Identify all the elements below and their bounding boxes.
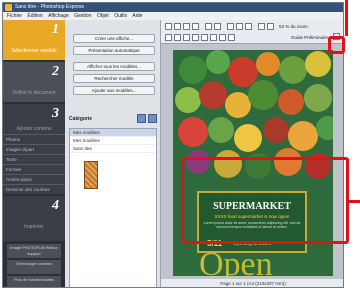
window-title: Sans titre - Photoshop Express [15,4,84,10]
step-number: 3 [52,106,59,121]
search-template-button[interactable]: Rechercher modèle [73,74,155,83]
step-number: 1 [52,22,59,37]
status-bar: Page 1 sur 1 (A4 (210x297 mm)) [161,279,343,287]
template-list: Mes modèles Mes modèles Sans titre [69,128,157,287]
list-view-icon[interactable] [137,114,146,123]
rectangle-tool-icon[interactable] [201,34,208,41]
cut-icon[interactable] [227,23,234,30]
callout-line-top [345,0,348,36]
step-print[interactable]: 4 Imprimer [3,196,65,241]
step-label: Définir le document [12,90,56,96]
menu-view[interactable]: Affichage [48,12,69,20]
open-headline: Open [199,246,273,276]
zoom-out-icon[interactable] [267,23,274,30]
more-features-button[interactable]: Plus de fonctionnalités [7,276,61,287]
content-item-photos[interactable]: Photos [3,134,65,144]
list-item[interactable]: Sans titre [70,145,156,153]
zoom-in-icon[interactable] [258,23,265,30]
zoom-level[interactable]: 53 % du zoom [279,24,308,29]
add-to-templates-button[interactable]: Ajouter aux modèles... [73,86,155,95]
editor-area: 53 % du zoom Guide Préliminaire SUPERMAR… [161,20,343,287]
step-number: 4 [52,198,59,213]
undo-icon[interactable] [205,23,212,30]
highlight-panel-toggle [328,36,345,54]
create-poster-button[interactable]: Créer une affiche... [73,34,155,43]
menu-object[interactable]: Objet [97,12,109,20]
text-tool-icon[interactable] [183,34,190,41]
callout-line-right [348,200,360,203]
step-define-document[interactable]: 2 Définir le document [3,62,65,102]
menu-file[interactable]: Fichier [7,12,22,20]
title-bar: Sans titre - Photoshop Express [3,3,343,12]
list-item[interactable]: Mes modèles [70,137,156,145]
shape-tool-icon[interactable] [219,34,226,41]
step-label: Sélectionner modèle [11,48,57,54]
toolbar: 53 % du zoom Guide Préliminaire [161,20,343,44]
save-icon[interactable] [183,23,190,30]
guide-label[interactable]: Guide Préliminaire [291,35,328,40]
content-items: Photos Images clipart Texte Formes Arriè… [3,134,65,194]
rotate-tool-icon[interactable] [174,34,181,41]
step-select-template[interactable]: 1 Sélectionner modèle [3,20,65,60]
content-item-backgrounds[interactable]: Arrière-plans [3,174,65,184]
template-panel: Créer une affiche... Présentation automa… [65,20,161,287]
menu-edit[interactable]: Édition [27,12,42,20]
step-label: Ajouter contenu [16,126,52,132]
support-button[interactable]: Image PHOTOFUN Retour support [7,244,61,258]
menu-tools[interactable]: Outils [114,12,127,20]
show-all-templates-button[interactable]: Afficher tous les modèles... [73,62,155,71]
picture-tool-icon[interactable] [228,34,235,41]
app-window: Sans titre - Photoshop Express Fichier É… [2,2,344,288]
steps-panel: 1 Sélectionner modèle 2 Définir le docum… [3,20,65,287]
menu-help[interactable]: Aide [132,12,142,20]
step-label: Imprimer [24,224,44,230]
auto-layout-button[interactable]: Présentation automatique [73,46,155,55]
step-number: 2 [52,64,59,79]
print-icon[interactable] [192,23,199,30]
download-content-button[interactable]: Télécharger contenu [7,260,61,274]
new-icon[interactable] [165,23,172,30]
select-tool-icon[interactable] [165,34,172,41]
line-tool-icon[interactable] [192,34,199,41]
template-thumbnail[interactable] [84,161,98,189]
redo-icon[interactable] [214,23,221,30]
paste-icon[interactable] [245,23,252,30]
copy-icon[interactable] [236,23,243,30]
highlight-sign [181,157,349,244]
list-item[interactable]: Mes modèles [70,129,156,137]
app-icon [5,4,12,11]
content-item-shapes[interactable]: Formes [3,164,65,174]
ellipse-tool-icon[interactable] [210,34,217,41]
content-item-clipart[interactable]: Images clipart [3,144,65,154]
menu-bar: Fichier Édition Affichage Gestion Objet … [3,12,343,20]
menu-manage[interactable]: Gestion [74,12,91,20]
grid-view-icon[interactable] [148,114,157,123]
content-item-curves[interactable]: Dessiner des courbes [3,184,65,194]
step-add-content[interactable]: 3 Ajouter contenu Photos Images clipart … [3,104,65,194]
open-icon[interactable] [174,23,181,30]
screenshot-root: Sans titre - Photoshop Express Fichier É… [0,0,360,292]
content-item-text[interactable]: Texte [3,154,65,164]
